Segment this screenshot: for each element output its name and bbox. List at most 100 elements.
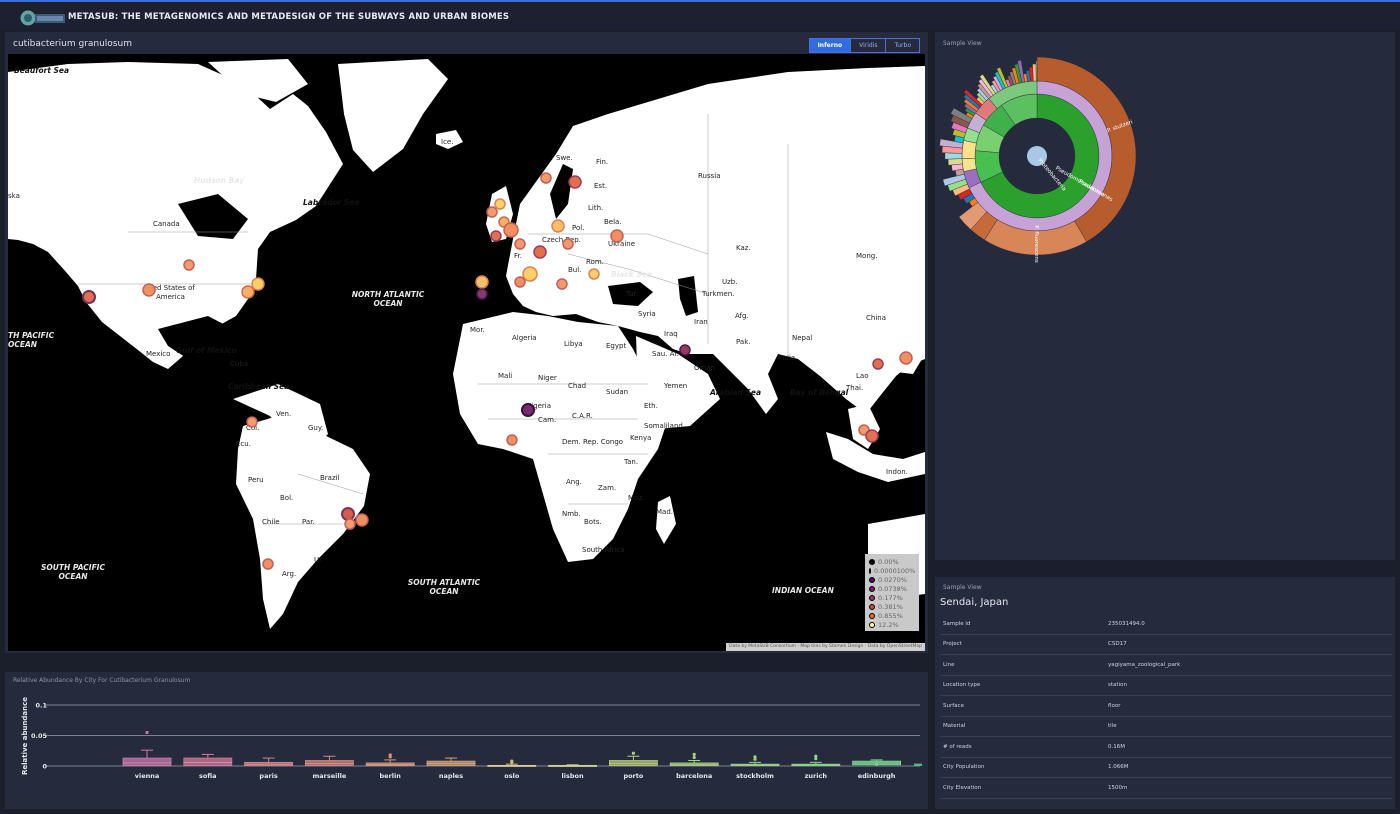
- sample-marker[interactable]: [490, 230, 502, 242]
- box-vienna[interactable]: [122, 730, 172, 766]
- app-title: METASUB: THE METAGENOMICS AND METADESIGN…: [68, 12, 510, 22]
- taxonomy-sunburst[interactable]: ProteobacteriaPseudomonadaceaePseudomona…: [935, 32, 1395, 560]
- box-sofia[interactable]: [183, 753, 233, 766]
- box-naples[interactable]: [426, 757, 476, 766]
- legend-item: 0.00%: [869, 557, 915, 566]
- sample-marker[interactable]: [872, 358, 884, 370]
- sample-marker[interactable]: [899, 351, 913, 365]
- legend-label: 0.00%: [878, 557, 899, 566]
- colormap-turbo-button[interactable]: Turbo: [885, 38, 920, 53]
- sample-marker[interactable]: [241, 285, 255, 299]
- sample-marker[interactable]: [503, 222, 519, 238]
- sample-marker[interactable]: [494, 198, 506, 210]
- table-row: Surface floor: [940, 696, 1392, 717]
- row-key: City Elevation: [943, 784, 982, 791]
- sample-marker[interactable]: [486, 206, 498, 218]
- sample-city: Sendai, Japan: [940, 597, 1009, 608]
- sample-marker[interactable]: [679, 344, 691, 356]
- box-outlier: [692, 755, 696, 760]
- legend-dot: [869, 576, 875, 583]
- sample-marker[interactable]: [522, 266, 538, 282]
- sample-marker[interactable]: [262, 558, 274, 570]
- row-key: Surface: [943, 702, 964, 709]
- legend-label: 0.0000100%: [874, 566, 916, 575]
- row-key: Line: [943, 661, 955, 668]
- sample-marker[interactable]: [514, 238, 526, 250]
- sample-marker[interactable]: [344, 518, 356, 530]
- row-value: 0.16M: [1108, 743, 1125, 750]
- sample-marker[interactable]: [476, 288, 488, 300]
- box-zurich[interactable]: [791, 754, 841, 766]
- x-tick-label: stockholm: [736, 772, 774, 780]
- sample-marker[interactable]: [521, 403, 535, 417]
- box-outlier: [875, 762, 879, 766]
- sample-marker[interactable]: [82, 290, 96, 304]
- sample-marker[interactable]: [246, 416, 258, 428]
- sample-marker[interactable]: [556, 278, 568, 290]
- box-paris[interactable]: [244, 757, 294, 766]
- sunburst-segment[interactable]: [1035, 60, 1038, 82]
- sample-marker[interactable]: [865, 429, 879, 443]
- row-value: floor: [1108, 702, 1121, 709]
- box-berlin[interactable]: [365, 753, 415, 766]
- box-porto[interactable]: [609, 751, 658, 766]
- row-key: # of reads: [943, 743, 972, 750]
- legend-dot: [869, 558, 875, 565]
- sample-marker[interactable]: [251, 277, 265, 291]
- row-key: Project: [943, 641, 962, 648]
- row-key: City Population: [943, 764, 985, 771]
- sample-marker[interactable]: [562, 238, 574, 250]
- x-tick-label: oslo: [504, 772, 520, 780]
- sample-marker[interactable]: [533, 245, 547, 259]
- sample-marker[interactable]: [142, 283, 156, 297]
- sample-marker[interactable]: [355, 513, 369, 527]
- legend-dot: [869, 567, 871, 574]
- box-lisbon[interactable]: [548, 764, 597, 767]
- sunburst-segment[interactable]: [961, 140, 977, 159]
- legend-label: 0.177%: [878, 593, 903, 602]
- colormap-viridis-button[interactable]: Viridis: [850, 38, 887, 53]
- row-value: CSD17: [1108, 641, 1127, 648]
- x-tick-label: naples: [439, 772, 463, 780]
- box-stockholm[interactable]: [730, 755, 780, 766]
- sunburst-segment[interactable]: [944, 152, 963, 160]
- sample-marker[interactable]: [514, 276, 526, 288]
- legend-label: 0.855%: [878, 611, 903, 620]
- sample-info-panel: Sample View Sendai, Japan Sample id 23503…: [935, 577, 1395, 809]
- sample-marker[interactable]: [506, 434, 518, 446]
- sample-marker[interactable]: [588, 268, 600, 280]
- map-attribution[interactable]: Data by MetaSUB Consortium · Map tiles b…: [726, 643, 925, 651]
- sample-markers[interactable]: [8, 54, 925, 651]
- x-tick-label: sofia: [199, 772, 217, 780]
- legend-item: 0.381%: [869, 602, 915, 611]
- sample-marker[interactable]: [551, 219, 565, 233]
- legend-item: 0.0000100%: [869, 566, 915, 575]
- sunburst-segment[interactable]: [1032, 63, 1037, 82]
- box-oslo[interactable]: [487, 759, 537, 767]
- row-value: 1500m: [1108, 784, 1128, 791]
- x-tick-label: vienna: [135, 772, 160, 780]
- box-outlier: [814, 754, 818, 758]
- sample-marker[interactable]: [610, 229, 624, 243]
- sample-marker[interactable]: [341, 507, 355, 521]
- box-marseille[interactable]: [304, 755, 354, 766]
- colormap-inferno-button[interactable]: Inferno: [808, 38, 852, 53]
- legend-dot: [869, 612, 875, 619]
- world-map[interactable]: Beaufort Sea ska Hudson Bay Labrador Sea…: [8, 54, 925, 651]
- y-axis-label: Relative abundance: [21, 697, 29, 775]
- legend-item: 0.855%: [869, 611, 915, 620]
- abundance-boxplot[interactable]: Relative abundance 0 0.05 0.1 vienna sofia par…: [5, 672, 928, 809]
- legend-item: 0.0270%: [869, 575, 915, 584]
- sample-marker[interactable]: [540, 172, 552, 184]
- sample-marker[interactable]: [568, 175, 582, 189]
- marker-group[interactable]: [82, 172, 913, 570]
- box-edinburgh[interactable]: [852, 759, 901, 766]
- x-tick-label: barcelona: [676, 772, 712, 780]
- box-outlier: [388, 753, 392, 757]
- table-row: Location type station: [940, 676, 1392, 696]
- legend-dot: [869, 621, 875, 628]
- sample-marker[interactable]: [475, 275, 489, 289]
- box-partial: [914, 763, 922, 766]
- sample-marker[interactable]: [183, 259, 195, 271]
- box-barcelona[interactable]: [669, 752, 719, 766]
